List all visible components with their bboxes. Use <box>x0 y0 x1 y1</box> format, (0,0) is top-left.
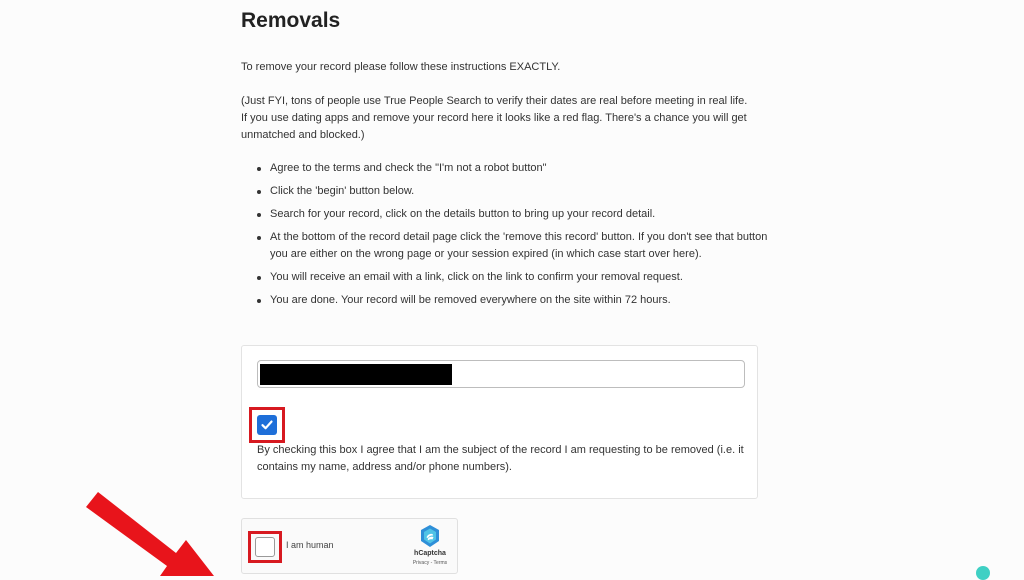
intro-text: To remove your record please follow thes… <box>241 61 561 73</box>
list-item: You will receive an email with a link, c… <box>257 269 785 286</box>
removals-content: Removals To remove your record please fo… <box>241 0 767 576</box>
removal-form: By checking this box I agree that I am t… <box>241 345 758 499</box>
list-item: You are done. Your record will be remove… <box>257 292 785 309</box>
captcha-checkbox[interactable] <box>255 537 275 557</box>
list-item: At the bottom of the record detail page … <box>257 229 785 263</box>
agree-checkbox-highlight <box>249 407 285 443</box>
dating-note: (Just FYI, tons of people use True Peopl… <box>241 95 748 141</box>
redacted-value <box>260 364 452 385</box>
instructions-list: Agree to the terms and check the "I'm no… <box>241 160 785 315</box>
list-item: Search for your record, click on the det… <box>257 206 785 223</box>
hcaptcha-brand: hCaptcha <box>414 550 446 557</box>
checkmark-icon <box>261 420 273 430</box>
agree-checkbox[interactable] <box>257 415 277 435</box>
hcaptcha-logo-icon <box>421 525 439 547</box>
page-title: Removals <box>241 9 341 32</box>
hcaptcha-widget: I am human hCaptcha Privacy - Terms <box>241 518 458 574</box>
hcaptcha-links[interactable]: Privacy - Terms <box>402 560 458 566</box>
chat-bubble-icon[interactable] <box>976 566 990 580</box>
record-input[interactable] <box>257 360 745 388</box>
captcha-checkbox-highlight <box>248 531 282 563</box>
list-item: Agree to the terms and check the "I'm no… <box>257 160 785 177</box>
list-item: Click the 'begin' button below. <box>257 183 785 200</box>
agree-label: By checking this box I agree that I am t… <box>257 444 744 473</box>
captcha-label: I am human <box>286 540 334 550</box>
